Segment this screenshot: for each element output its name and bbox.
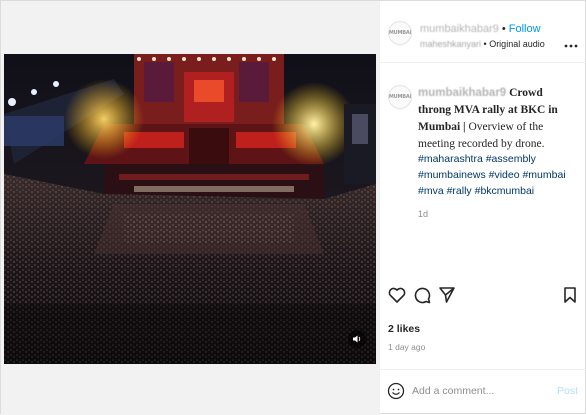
- likes-count[interactable]: 2 likes: [388, 323, 420, 335]
- post-details-panel: MUMBAI mumbaikhabar9 • Follow maheshkanyar…: [379, 1, 586, 415]
- send-icon[interactable]: [437, 285, 457, 305]
- username-link[interactable]: mumbaikhabar9: [420, 23, 499, 35]
- audio-user[interactable]: maheshkanyari: [420, 39, 481, 49]
- post-video[interactable]: [4, 54, 376, 364]
- comment-icon[interactable]: [412, 285, 432, 305]
- caption-text: mumbaikhabar9 Crowd throng MVA rally at …: [418, 85, 578, 153]
- caption-username[interactable]: mumbaikhabar9: [418, 87, 506, 99]
- media-area: [1, 1, 379, 415]
- audio-label[interactable]: Original audio: [489, 39, 545, 49]
- instagram-post-embed: MUMBAI mumbaikhabar9 • Follow maheshkanyar…: [0, 0, 586, 415]
- post-comment-button[interactable]: Post: [557, 385, 578, 397]
- avatar-text: MUMBAI: [388, 30, 412, 36]
- speaker-icon[interactable]: [348, 330, 366, 348]
- post-timestamp[interactable]: 1 day ago: [388, 342, 425, 352]
- bookmark-icon[interactable]: [560, 285, 580, 305]
- comment-input[interactable]: Add a comment...: [412, 385, 494, 397]
- emoji-icon[interactable]: [387, 382, 405, 400]
- action-bar: [380, 283, 586, 313]
- more-options-icon[interactable]: [564, 41, 578, 48]
- caption-section: MUMBAI mumbaikhabar9 Crowd throng MVA ra…: [380, 63, 586, 283]
- caption-hashtags[interactable]: #maharashtra #assembly #mumbainews #vide…: [418, 151, 578, 199]
- avatar[interactable]: MUMBAI: [388, 21, 412, 45]
- header-user-row: mumbaikhabar9 • Follow: [420, 19, 541, 37]
- caption-avatar[interactable]: MUMBAI: [388, 85, 412, 109]
- separator-dot: •: [481, 39, 490, 49]
- avatar-text: MUMBAI: [388, 94, 412, 100]
- audio-row: maheshkanyari • Original audio: [420, 39, 545, 49]
- post-header: MUMBAI mumbaikhabar9 • Follow maheshkanyar…: [380, 1, 586, 63]
- rally-video-frame: [4, 54, 376, 364]
- separator-dot: •: [501, 23, 506, 35]
- comment-bar: Add a comment... Post: [380, 369, 586, 415]
- follow-button[interactable]: Follow: [509, 23, 541, 35]
- heart-icon[interactable]: [387, 285, 407, 305]
- caption-age: 1d: [418, 209, 429, 219]
